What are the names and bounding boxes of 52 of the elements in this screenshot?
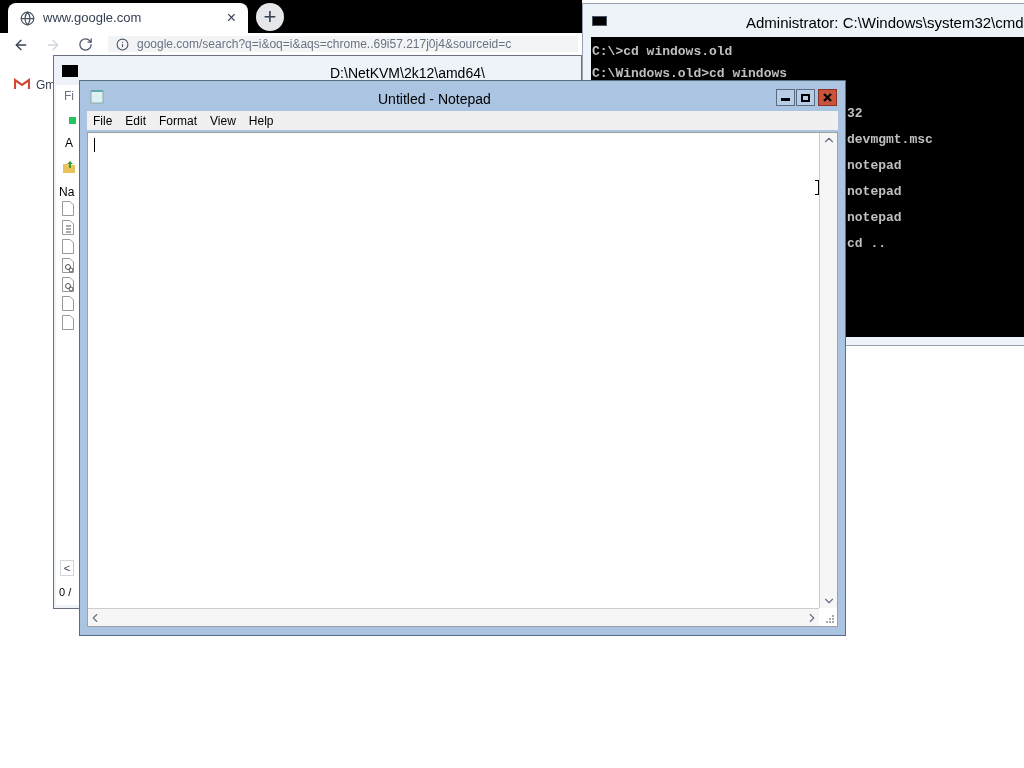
status-text: 0 /: [59, 585, 72, 600]
maximize-icon: [801, 93, 810, 102]
menu-item[interactable]: Fi: [64, 87, 74, 105]
tab-title: www.google.com: [43, 9, 143, 28]
info-icon: [116, 37, 129, 51]
console-line: C:\Windows.old>cd windows: [592, 67, 788, 81]
browser-tab[interactable]: www.google.com ×: [8, 3, 248, 33]
notepad-window-title: Untitled - Notepad: [378, 90, 491, 109]
horizontal-scrollbar[interactable]: [88, 608, 819, 626]
console-line: notepad: [847, 185, 903, 199]
folder-up-icon[interactable]: [62, 160, 76, 174]
console-line: 32: [847, 107, 864, 121]
file-icon: [62, 239, 74, 254]
menu-item[interactable]: Edit: [125, 111, 147, 130]
notepad-icon: [90, 88, 104, 104]
vertical-scrollbar[interactable]: [819, 133, 837, 608]
size-grip-icon[interactable]: [824, 613, 834, 623]
close-button[interactable]: [818, 89, 837, 106]
file-icon: [62, 296, 74, 311]
reload-icon[interactable]: [78, 37, 93, 52]
settings-file-icon: [62, 277, 74, 292]
console-window-title: Administrator: C:\Windows\system32\cmd: [746, 13, 1024, 33]
file-icon: [62, 201, 74, 216]
console-line: notepad: [847, 159, 903, 173]
menu-item[interactable]: View: [210, 111, 236, 130]
archive-app-icon: [62, 64, 78, 77]
menu-item[interactable]: File: [93, 111, 113, 130]
menu-item[interactable]: Help: [248, 111, 274, 130]
file-icon: [62, 315, 74, 330]
settings-file-icon: [62, 258, 74, 273]
console-line: cd ..: [847, 237, 887, 251]
console-line: devmgmt.msc: [847, 133, 933, 147]
maximize-button[interactable]: [796, 89, 815, 106]
archive-window-title: D:\NetKVM\2k12\amd64\: [330, 64, 485, 83]
minimize-button[interactable]: [776, 89, 795, 106]
minimize-icon: [781, 98, 790, 101]
back-icon[interactable]: [13, 37, 29, 53]
close-tab-button[interactable]: ×: [226, 10, 236, 26]
console-line: notepad: [847, 211, 903, 225]
file-icon: [62, 220, 74, 235]
column-header[interactable]: Na: [59, 183, 75, 201]
globe-icon: [20, 10, 35, 26]
address-bar[interactable]: google.com/search?q=i&oq=i&aqs=chrome..69i57.217j0j4&sourceid=c: [108, 36, 578, 52]
text-caret: [94, 138, 95, 152]
console-app-icon: [592, 15, 607, 26]
console-line: C:\>cd windows.old: [592, 45, 734, 59]
close-icon: [823, 93, 832, 102]
address-text: google.com/search?q=i&oq=i&aqs=chrome..69i57.217j0j4&sourceid=c: [137, 36, 512, 52]
toolbar-label: A: [65, 135, 73, 152]
scroll-left-button[interactable]: <: [60, 560, 74, 576]
menu-item[interactable]: Format: [159, 111, 198, 130]
mail-icon: [14, 78, 30, 90]
